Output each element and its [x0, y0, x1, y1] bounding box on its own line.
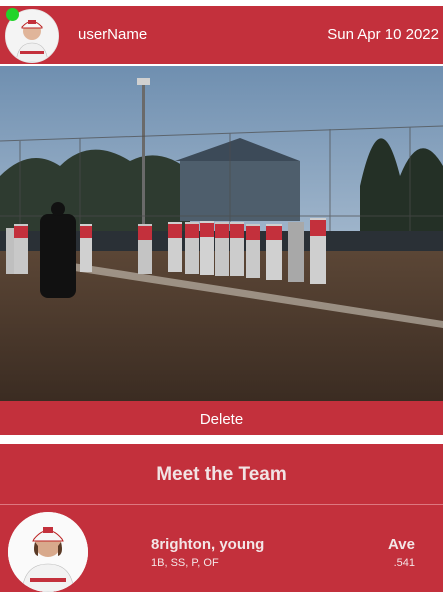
player-avatar[interactable] — [8, 512, 88, 592]
player-name[interactable]: 8righton, young — [151, 536, 264, 553]
post-header: userName Sun Apr 10 2022 — [0, 6, 443, 64]
player-avatar-icon — [8, 512, 88, 592]
online-status-icon — [6, 8, 19, 21]
username[interactable]: userName — [78, 26, 147, 43]
team-section-title: Meet the Team — [156, 464, 287, 485]
stat-label: Ave — [388, 536, 415, 553]
stat-value: .541 — [393, 557, 415, 569]
delete-button-label: Delete — [199, 411, 244, 428]
team-photo-image — [0, 66, 443, 401]
team-section: Meet the Team 8righton, young 1B, SS, P,… — [0, 444, 443, 592]
player-positions: 1B, SS, P, OF — [151, 557, 219, 569]
divider — [0, 504, 443, 505]
delete-button[interactable]: Delete — [0, 401, 443, 435]
post-photo[interactable] — [0, 66, 443, 401]
post-date: Sun Apr 10 2022 — [327, 26, 439, 43]
